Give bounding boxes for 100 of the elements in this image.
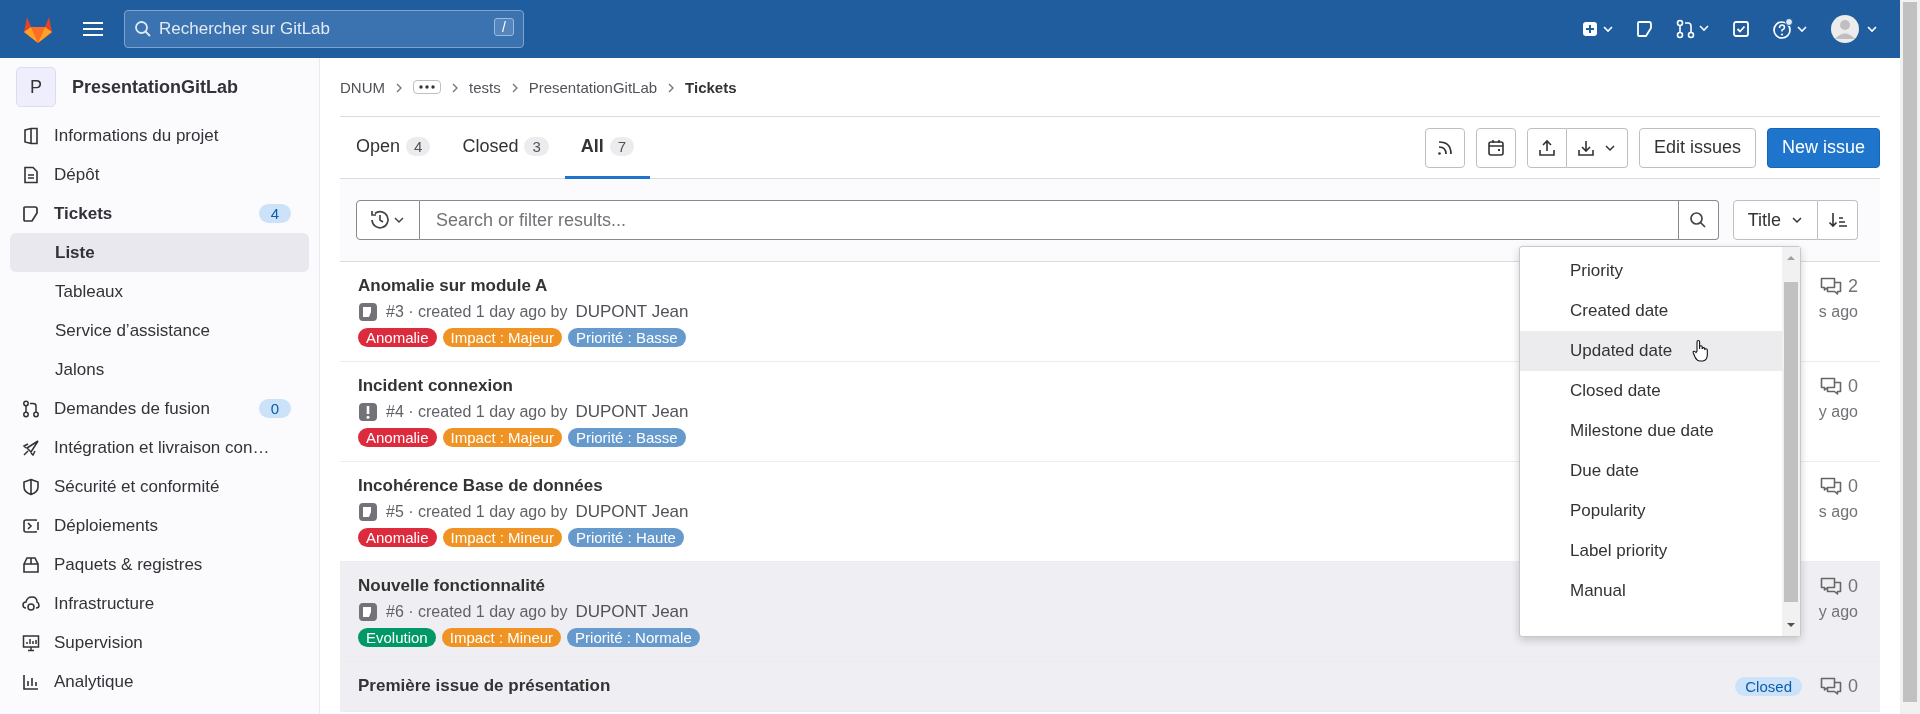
label-tag[interactable]: Anomalie: [358, 328, 437, 347]
download-caret-icon: [1576, 138, 1617, 157]
upload-button[interactable]: [1526, 127, 1567, 168]
sidebar-item[interactable]: Analytique: [10, 662, 309, 701]
count-badge: 7: [609, 137, 635, 156]
menu-item[interactable]: Created date: [1520, 291, 1782, 331]
sidebar-item[interactable]: Dépôt: [10, 155, 309, 194]
sidebar-item[interactable]: Paquets & registres: [10, 545, 309, 584]
comment-count: 0: [1848, 476, 1858, 497]
issue-row[interactable]: Première issue de présentation Closed 0: [340, 662, 1880, 712]
project-name[interactable]: PresentationGitLab: [72, 76, 239, 98]
download-button[interactable]: [1566, 127, 1628, 168]
issue-title[interactable]: Première issue de présentation: [358, 676, 611, 696]
rss-icon: [1435, 138, 1454, 157]
package-icon: [22, 555, 40, 574]
breadcrumb-link[interactable]: DNUM: [340, 78, 385, 96]
count-badge: 4: [258, 204, 291, 223]
comment-count: 0: [1848, 676, 1858, 697]
issue-title[interactable]: Incident connexion: [358, 376, 513, 396]
comment-count: 0: [1848, 376, 1858, 397]
issue-title[interactable]: Anomalie sur module A: [358, 276, 548, 296]
dots-icon: [419, 85, 435, 89]
menu-item[interactable]: Closed date: [1520, 371, 1782, 411]
search-button[interactable]: [1678, 200, 1719, 240]
sidebar-item[interactable]: Tickets 4: [10, 194, 309, 233]
menu-scrollbar[interactable]: [1782, 247, 1800, 636]
author-link[interactable]: DUPONT Jean: [575, 502, 689, 522]
count-badge: 0: [258, 399, 291, 418]
issue-reference: #6 · created 1 day ago by: [386, 603, 568, 621]
plus-square-icon[interactable]: [1582, 20, 1614, 38]
sidebar-subitem[interactable]: Tableaux: [10, 272, 309, 311]
issue-reference: #5 · created 1 day ago by: [386, 503, 568, 521]
tab[interactable]: Closed 3: [446, 117, 565, 179]
sidebar-item[interactable]: Infrastructure: [10, 584, 309, 623]
help-icon[interactable]: [1772, 18, 1808, 40]
issue-reference: #4 · created 1 day ago by: [386, 403, 568, 421]
sidebar-item[interactable]: Déploiements: [10, 506, 309, 545]
author-link[interactable]: DUPONT Jean: [575, 302, 689, 322]
calendar-button[interactable]: [1475, 127, 1516, 168]
search-field[interactable]: Search or filter results...: [420, 200, 1679, 240]
updated-time: s ago: [1818, 503, 1858, 521]
edit-issues-button[interactable]: Edit issues: [1638, 127, 1756, 168]
label-tag[interactable]: Anomalie: [358, 428, 437, 447]
sidebar-subitem[interactable]: Liste: [10, 233, 309, 272]
breadcrumb-link[interactable]: PresentationGitLab: [528, 78, 658, 96]
caret-icon: [1791, 216, 1803, 224]
breadcrumb-link[interactable]: tests: [469, 78, 501, 96]
menu-item[interactable]: Popularity: [1520, 491, 1782, 531]
upload-icon: [1537, 138, 1556, 157]
file-icon: [22, 165, 40, 184]
sidebar-item[interactable]: Informations du projet: [10, 116, 309, 155]
sidebar-item[interactable]: Sécurité et conformité: [10, 467, 309, 506]
merge-request-icon[interactable]: [1676, 19, 1710, 39]
sort-direction-button[interactable]: [1818, 200, 1858, 240]
comments-icon: [1820, 276, 1842, 297]
sort-dropdown[interactable]: Title: [1732, 200, 1818, 240]
issue-title[interactable]: Nouvelle fonctionnalité: [358, 576, 546, 596]
breadcrumb-current[interactable]: Tickets: [685, 78, 737, 96]
avatar-icon[interactable]: [1830, 14, 1880, 44]
menu-item[interactable]: Manual: [1520, 571, 1782, 611]
cloud-gear-icon: [22, 594, 40, 613]
history-button[interactable]: [356, 200, 420, 240]
sidebar-item[interactable]: Demandes de fusion 0: [10, 389, 309, 428]
merge-request-icon: [22, 399, 40, 418]
count-badge: 4: [406, 137, 431, 156]
page-scrollbar[interactable]: [1900, 0, 1920, 714]
more-dots-button[interactable]: [413, 80, 441, 94]
sidebar-item[interactable]: Supervision: [10, 623, 309, 662]
sidebar-subitem[interactable]: Jalons: [10, 350, 309, 389]
comment-count: 0: [1848, 576, 1858, 597]
label-tag[interactable]: Anomalie: [358, 528, 437, 547]
new-issue-button[interactable]: New issue: [1766, 127, 1880, 168]
updated-time: y ago: [1818, 403, 1858, 421]
tab[interactable]: Open 4: [340, 117, 447, 179]
rss-button[interactable]: [1424, 127, 1465, 168]
updated-time: s ago: [1818, 303, 1858, 321]
project-avatar[interactable]: P: [16, 67, 56, 107]
issues-icon[interactable]: [1636, 20, 1654, 38]
label-tag[interactable]: Evolution: [358, 628, 436, 647]
updated-time: y ago: [1818, 603, 1858, 621]
issue-title[interactable]: Incohérence Base de données: [358, 476, 603, 496]
comment-count: 2: [1848, 276, 1858, 297]
sidebar-subitem[interactable]: Service d’assistance: [10, 311, 309, 350]
sidebar-item[interactable]: Intégration et livraison con…: [10, 428, 309, 467]
status-badge: Closed: [1735, 677, 1802, 696]
author-link[interactable]: DUPONT Jean: [575, 602, 689, 622]
checklist-icon[interactable]: [1732, 20, 1750, 38]
calendar-icon: [1486, 138, 1505, 157]
sort-icon: [1827, 211, 1848, 229]
count-badge: 3: [524, 137, 549, 156]
comments-icon: [1820, 676, 1842, 697]
author-link[interactable]: DUPONT Jean: [575, 402, 689, 422]
keyboard-shortcut: /: [494, 18, 514, 36]
issue-type-icon: [358, 502, 378, 522]
history-caret-icon: [369, 209, 407, 231]
menu-item[interactable]: Updated date: [1520, 331, 1782, 371]
menu-icon[interactable]: [82, 21, 104, 37]
menu-item[interactable]: Milestone due date: [1520, 411, 1782, 451]
shield-icon: [22, 477, 40, 496]
hand-cursor-icon: [1692, 339, 1711, 363]
